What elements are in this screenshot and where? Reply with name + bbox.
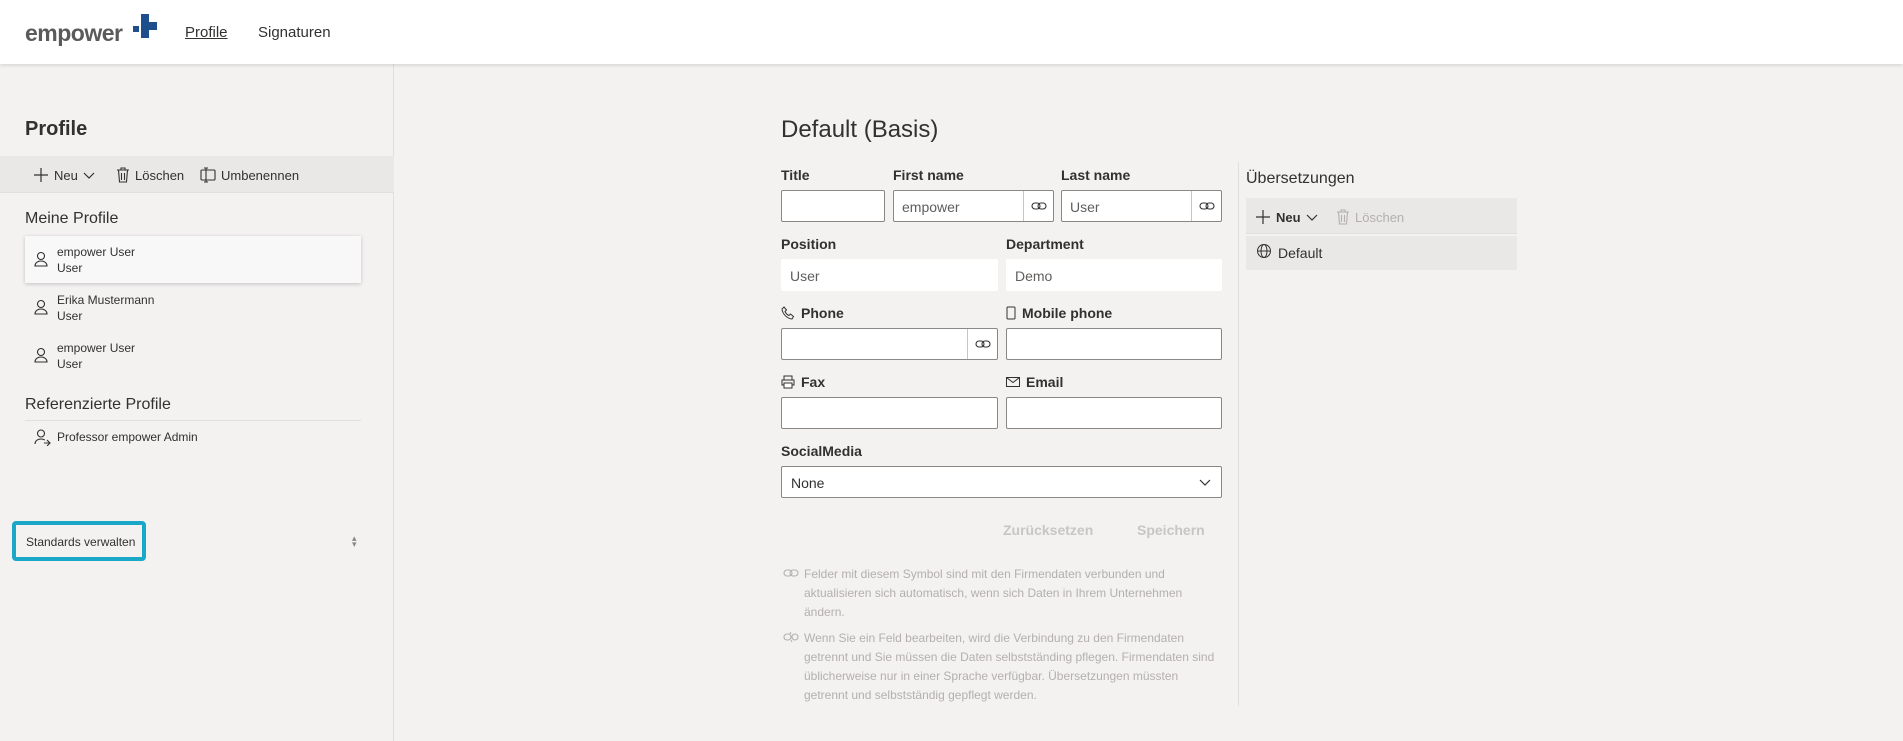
title-field[interactable]: [781, 190, 885, 222]
profile-role: User: [57, 357, 83, 371]
mobile-phone-icon: [1006, 306, 1016, 320]
social-media-label: SocialMedia: [781, 443, 862, 459]
person-icon: [34, 299, 48, 315]
linked-fields-note: Felder mit diesem Symbol sind mit den Fi…: [781, 565, 1221, 622]
delete-translation-button[interactable]: Löschen: [1336, 207, 1404, 227]
phone-label: Phone: [781, 305, 844, 321]
manage-standards-label: Standards verwalten: [26, 535, 136, 549]
new-label: Neu: [54, 167, 78, 183]
translations-command-bar: Neu Löschen: [1246, 198, 1517, 234]
nav-profile[interactable]: Profile: [185, 24, 228, 41]
trash-icon: [1337, 209, 1349, 225]
fax-field[interactable]: [781, 397, 998, 429]
printer-icon: [781, 375, 795, 389]
my-profiles-heading: Meine Profile: [25, 210, 119, 227]
plus-icon: [1256, 210, 1270, 224]
broken-link-icon: [783, 631, 799, 643]
brand-name: empower: [25, 20, 123, 46]
title-label: Title: [781, 167, 810, 183]
mobile-phone-field[interactable]: [1006, 328, 1222, 360]
resize-grip-icon[interactable]: ▴ ▾: [352, 534, 357, 549]
email-label: Email: [1006, 374, 1063, 390]
department-value: Demo: [1015, 268, 1053, 284]
first-name-field[interactable]: empower: [893, 190, 1054, 222]
reset-button[interactable]: Zurücksetzen: [1003, 522, 1093, 538]
email-field[interactable]: [1006, 397, 1222, 429]
mobile-phone-label: Mobile phone: [1006, 305, 1112, 321]
social-media-select[interactable]: None: [781, 466, 1222, 498]
link-icon: [974, 340, 991, 348]
profile-command-bar: Neu Löschen Umbenennen: [0, 156, 394, 193]
referenced-profile-item[interactable]: Professor empower Admin: [25, 422, 361, 452]
position-field[interactable]: User: [781, 259, 998, 291]
first-name-label: First name: [893, 167, 964, 183]
profile-name: empower User: [57, 341, 136, 355]
profile-role: User: [57, 261, 83, 275]
logo-mark-icon: [133, 14, 157, 38]
position-value: User: [790, 268, 820, 284]
shared-person-icon: [34, 429, 51, 446]
trash-icon: [117, 167, 129, 183]
person-icon: [34, 347, 48, 363]
chevron-down-icon: [1199, 479, 1211, 486]
department-label: Department: [1006, 236, 1084, 252]
last-name-label: Last name: [1061, 167, 1131, 183]
section-divider: [25, 420, 361, 421]
unlinked-fields-note: Wenn Sie ein Feld bearbeiten, wird die V…: [781, 629, 1221, 705]
mail-icon: [1006, 377, 1020, 387]
phone-icon: [781, 306, 795, 320]
company-link-button[interactable]: [1191, 191, 1221, 221]
delete-profile-button[interactable]: Löschen: [116, 165, 184, 185]
translations-title: Übersetzungen: [1246, 170, 1355, 187]
link-icon: [1030, 202, 1047, 210]
plus-icon: [34, 168, 48, 182]
fax-label: Fax: [781, 374, 825, 390]
person-icon: [34, 251, 48, 267]
profile-item[interactable]: empower User User: [25, 332, 361, 379]
empower-logo[interactable]: empower: [25, 14, 165, 50]
profile-item[interactable]: Erika Mustermann User: [25, 284, 361, 331]
translation-label: Default: [1278, 245, 1323, 261]
chevron-down-icon: [83, 172, 95, 179]
profile-role: User: [57, 309, 83, 323]
profile-name: Erika Mustermann: [57, 293, 155, 307]
last-name-value: User: [1070, 199, 1100, 215]
new-translation-button[interactable]: Neu: [1255, 207, 1318, 227]
rename-profile-button[interactable]: Umbenennen: [200, 165, 299, 185]
chevron-down-icon: [1306, 214, 1317, 221]
referenced-profile-name: Professor empower Admin: [57, 430, 198, 444]
new-profile-button[interactable]: Neu: [33, 165, 95, 185]
company-link-button[interactable]: [1023, 191, 1053, 221]
social-media-value: None: [791, 475, 825, 491]
link-icon: [783, 569, 799, 577]
company-link-button[interactable]: [967, 329, 997, 359]
profiles-pane: Profile Neu Löschen Umbenennen Meine Pro…: [0, 64, 394, 741]
pane-divider: [1238, 162, 1239, 706]
referenced-profiles-heading: Referenzierte Profile: [25, 396, 171, 413]
rename-label: Umbenennen: [221, 167, 300, 183]
link-icon: [1198, 202, 1215, 210]
manage-standards-button[interactable]: Standards verwalten: [12, 521, 146, 561]
last-name-field[interactable]: User: [1061, 190, 1222, 222]
save-button[interactable]: Speichern: [1137, 522, 1205, 538]
delete-label: Löschen: [135, 167, 185, 183]
globe-icon: [1257, 244, 1271, 258]
translation-item-default[interactable]: Default: [1246, 236, 1517, 270]
top-bar: empower Profile Signaturen: [0, 0, 1903, 64]
phone-field[interactable]: [781, 328, 998, 360]
position-label: Position: [781, 236, 837, 252]
profile-item[interactable]: empower User User: [25, 236, 361, 283]
pane-title: Profile: [25, 118, 88, 140]
rename-icon: [200, 167, 216, 183]
department-field[interactable]: Demo: [1006, 259, 1222, 291]
first-name-value: empower: [902, 199, 960, 215]
nav-signaturen[interactable]: Signaturen: [258, 24, 331, 41]
profile-name: empower User: [57, 245, 136, 259]
form-title: Default (Basis): [781, 116, 939, 143]
